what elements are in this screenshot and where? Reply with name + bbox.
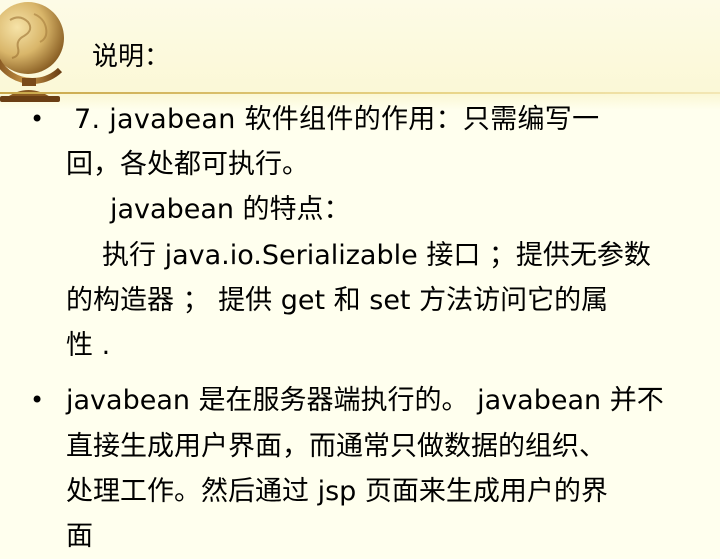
bullet-1-line-1: 7. javabean 软件组件的作用：只需编写一 <box>74 104 600 135</box>
slide: 说明： • 7. javabean 软件组件的作用：只需编写一 回，各处都可执行… <box>0 0 720 552</box>
bullet-1-line-5: 的构造器 ； 提供 get 和 set 方法访问它的属 <box>66 285 609 316</box>
title-divider <box>0 92 720 94</box>
slide-title: 说明： <box>92 42 171 72</box>
bullet-1-line-2: 回，各处都可执行。 <box>66 149 309 180</box>
bullet-2-line-3: 处理工作。然后通过 jsp 页面来生成用户的界 <box>66 476 608 507</box>
bullet-marker: • <box>30 386 45 414</box>
bullet-2-line-2: 直接生成用户界面，而通常只做数据的组织、 <box>66 431 606 462</box>
bullet-1-line-3: javabean 的特点： <box>110 194 351 225</box>
bullet-1-line-4: 执行 java.io.Serializable 接口 ；提供无参数 <box>102 240 651 271</box>
bullet-marker: • <box>30 105 45 133</box>
bullet-2-line-1: javabean 是在服务器端执行的。 javabean 并不 <box>66 385 664 416</box>
bullet-2-line-4: 面 <box>66 521 93 552</box>
bullet-1-line-6: 性 . <box>66 330 111 361</box>
